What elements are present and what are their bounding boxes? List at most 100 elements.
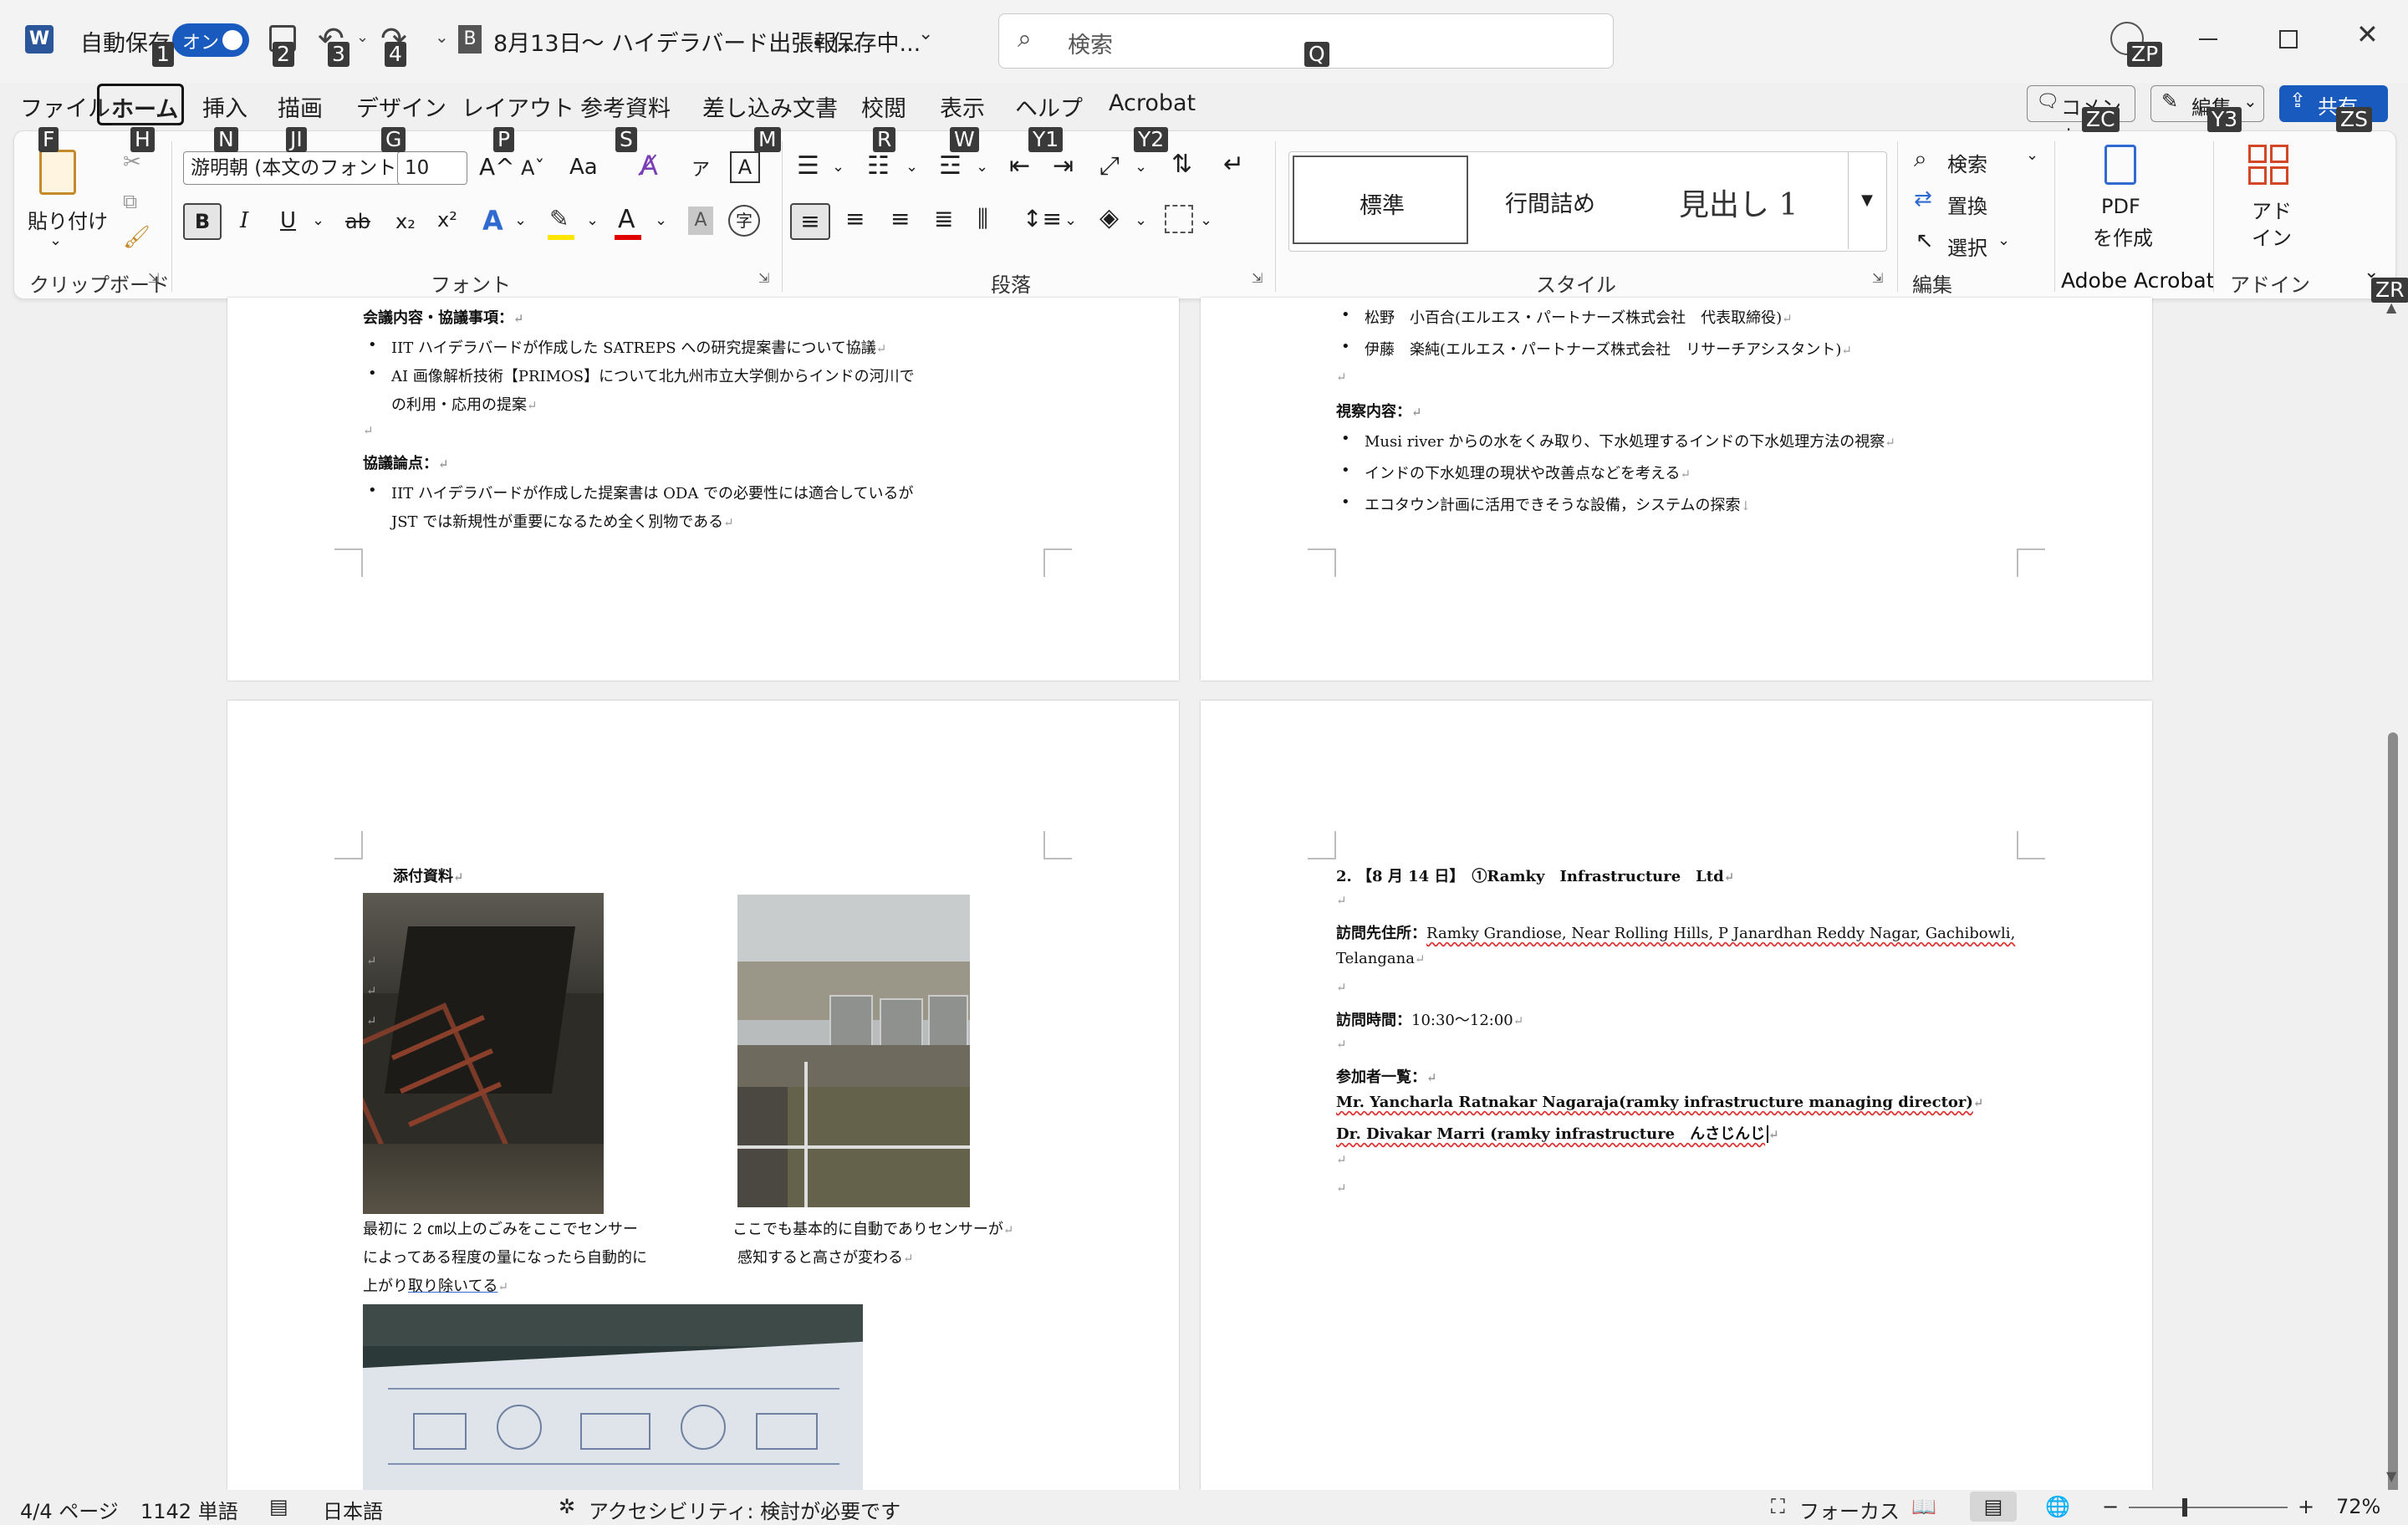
grow-font-icon[interactable]: A^: [479, 153, 515, 181]
align-center-icon[interactable]: ≡: [845, 205, 865, 232]
cut-icon[interactable]: ✂: [123, 150, 141, 175]
character-border-icon[interactable]: A: [730, 151, 760, 183]
language[interactable]: 日本語: [323, 1495, 383, 1524]
paste-button[interactable]: 貼り付け ⌄: [28, 150, 108, 258]
chevron-down-icon[interactable]: ⌄: [976, 158, 988, 176]
chevron-down-icon[interactable]: ⌄: [514, 212, 527, 229]
font-size-box[interactable]: 10: [397, 151, 467, 185]
save-status[interactable]: • 保存中...: [811, 25, 921, 58]
tab-references[interactable]: 参考資料: [580, 90, 671, 123]
italic-button[interactable]: I: [240, 208, 248, 233]
multilevel-list-icon[interactable]: ☲: [939, 151, 962, 181]
borders-icon[interactable]: [1165, 205, 1193, 233]
select-button[interactable]: ↖ 選択 ⌄: [1914, 228, 2014, 262]
tab-draw[interactable]: 描画: [278, 90, 323, 123]
superscript-button[interactable]: x²: [437, 208, 457, 232]
proofing-icon[interactable]: ▤: [269, 1495, 288, 1518]
enclose-characters-icon[interactable]: 字: [728, 205, 760, 237]
chevron-down-icon[interactable]: ⌄: [586, 212, 599, 229]
word-app-icon[interactable]: W: [25, 25, 54, 54]
shrink-font-icon[interactable]: Aˇ: [521, 156, 544, 180]
customize-qat-icon[interactable]: ⌄: [435, 27, 449, 47]
dialog-launcher-icon[interactable]: ⇲: [148, 270, 159, 286]
highlight-icon[interactable]: ✎: [549, 205, 569, 232]
clear-formatting-icon[interactable]: A̸: [640, 150, 658, 181]
tab-view[interactable]: 表示: [940, 90, 985, 123]
web-layout-icon[interactable]: 🌐: [2045, 1495, 2070, 1518]
copy-icon[interactable]: ⧉: [123, 190, 137, 213]
distributed-icon[interactable]: ⫼: [977, 205, 988, 233]
show-marks-icon[interactable]: ↵: [1223, 150, 1244, 179]
dialog-launcher-icon[interactable]: ⇲: [1872, 270, 1883, 286]
dialog-launcher-icon[interactable]: ⇲: [758, 270, 769, 286]
font-color-icon[interactable]: A: [618, 205, 635, 234]
restore-icon[interactable]: [2279, 30, 2298, 48]
chevron-down-icon[interactable]: ⌄: [1135, 158, 1147, 176]
addins-button[interactable]: アド イン: [2230, 145, 2305, 253]
zoom-out-icon[interactable]: −: [2102, 1495, 2119, 1518]
tab-review[interactable]: 校閲: [861, 90, 906, 123]
numbering-icon[interactable]: ☷: [867, 151, 890, 181]
vertical-scrollbar[interactable]: ▲ ▼: [2383, 298, 2403, 1518]
accessibility-status[interactable]: アクセシビリティ: 検討が必要です: [589, 1495, 900, 1524]
text-direction-icon[interactable]: ⤢: [1099, 151, 1120, 181]
align-left-button[interactable]: ≡: [790, 203, 830, 240]
zoom-level[interactable]: 72%: [2336, 1495, 2380, 1518]
chevron-down-icon[interactable]: ⌄: [1135, 212, 1147, 229]
focus-mode[interactable]: フォーカス: [1799, 1495, 1900, 1524]
line-spacing-icon[interactable]: ↕≡: [1023, 205, 1062, 232]
dialog-launcher-icon[interactable]: ⇲: [1252, 270, 1263, 286]
chevron-down-icon[interactable]: ⌄: [655, 212, 667, 229]
close-icon[interactable]: ✕: [2356, 18, 2379, 50]
create-pdf-button[interactable]: PDF を作成: [2079, 145, 2163, 253]
print-layout-button[interactable]: ▤: [1970, 1492, 2017, 1522]
styles-more-button[interactable]: ▼: [1848, 152, 1885, 249]
tab-insert[interactable]: 挿入: [202, 90, 247, 123]
zoom-slider[interactable]: [2129, 1498, 2288, 1517]
scroll-down-icon[interactable]: ▼: [2386, 1468, 2396, 1484]
strikethrough-button[interactable]: ab: [345, 210, 370, 233]
tab-mailings[interactable]: 差し込み文書: [702, 90, 838, 123]
chevron-down-icon[interactable]: ⌄: [1200, 212, 1212, 229]
bullets-icon[interactable]: ☰: [797, 151, 819, 181]
sort-icon[interactable]: ⇅: [1171, 150, 1192, 179]
subscript-button[interactable]: x₂: [395, 210, 416, 233]
document-title[interactable]: 8月13日～ ハイデラバード出張報…: [493, 25, 859, 58]
scrollbar-thumb[interactable]: [2388, 732, 2398, 1518]
style-no-spacing[interactable]: 行間詰め: [1478, 156, 1645, 244]
read-mode-icon[interactable]: 📖: [1911, 1495, 1936, 1518]
chevron-down-icon[interactable]: ⌄: [906, 158, 918, 176]
page-count[interactable]: 4/4 ページ: [20, 1495, 119, 1524]
bold-button[interactable]: B: [183, 203, 222, 240]
underline-button[interactable]: U: [280, 208, 296, 233]
tab-help[interactable]: ヘルプ: [1015, 90, 1083, 123]
text-effects-icon[interactable]: A: [482, 205, 503, 237]
chevron-down-icon[interactable]: ⌄: [1064, 212, 1077, 229]
tab-layout[interactable]: レイアウト: [462, 90, 574, 123]
undo-dropdown-icon[interactable]: ⌄: [356, 28, 369, 46]
shading-icon[interactable]: ◈: [1099, 203, 1119, 232]
replace-button[interactable]: ⇄ 置換: [1914, 186, 2014, 220]
chevron-down-icon[interactable]: ⌄: [312, 212, 324, 229]
decrease-indent-icon[interactable]: ⇤: [1009, 151, 1030, 181]
tab-home[interactable]: ホーム: [97, 84, 184, 125]
zoom-thumb[interactable]: [2182, 1498, 2187, 1517]
align-right-icon[interactable]: ≡: [890, 205, 910, 232]
increase-indent-icon[interactable]: ⇥: [1053, 151, 1074, 181]
change-case-icon[interactable]: Aa: [569, 155, 598, 180]
tab-acrobat[interactable]: Acrobat: [1109, 90, 1196, 116]
zoom-in-icon[interactable]: +: [2298, 1495, 2314, 1518]
justify-icon[interactable]: ≣: [934, 205, 953, 232]
format-painter-icon[interactable]: 🖌: [123, 225, 150, 250]
font-name-box[interactable]: 游明朝 (本文のフォント -: [183, 151, 407, 185]
autosave-toggle[interactable]: オン: [172, 23, 249, 57]
title-dropdown-icon[interactable]: ⌄: [918, 23, 933, 44]
tab-design[interactable]: デザイン: [356, 90, 446, 123]
word-count[interactable]: 1142 単語: [140, 1495, 238, 1524]
chevron-down-icon[interactable]: ⌄: [832, 158, 844, 176]
style-normal[interactable]: 標準: [1293, 156, 1468, 244]
character-shading-icon[interactable]: A: [688, 207, 713, 235]
phonetic-guide-icon[interactable]: ア: [691, 155, 710, 181]
find-button[interactable]: ⌕ 検索 ⌄: [1914, 145, 2039, 178]
style-heading1[interactable]: 見出し 1: [1654, 156, 1838, 244]
